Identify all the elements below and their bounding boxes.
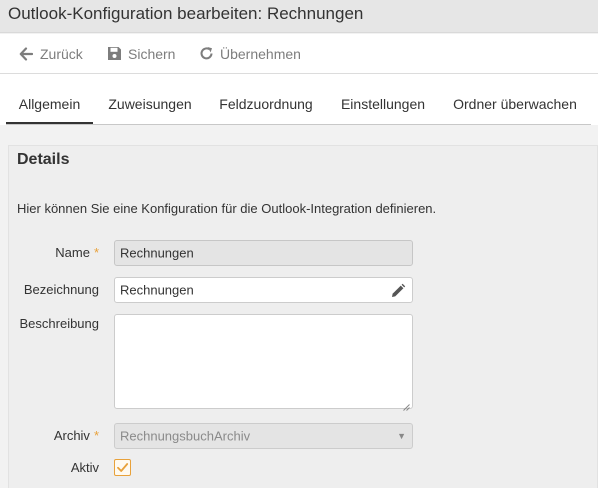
bezeichnung-label: Bezeichnung [24,282,99,297]
tab-bar: Allgemein Zuweisungen Feldzuordnung Eins… [0,74,598,125]
tab-einstellungen[interactable]: Einstellungen [334,74,432,125]
tab-divider [6,124,591,125]
aktiv-label-text: Aktiv [70,460,99,475]
beschreibung-label: Beschreibung [20,316,100,331]
details-description: Hier können Sie eine Konfiguration für d… [17,201,437,216]
name-label-text: Name [55,245,90,260]
archiv-label: Archiv * [54,428,99,443]
tab-zuweisungen[interactable]: Zuweisungen [102,74,198,125]
details-panel: Details Hier können Sie eine Konfigurati… [8,145,598,488]
name-label: Name * [55,245,99,260]
beschreibung-textarea[interactable] [114,314,413,411]
archiv-select[interactable]: RechnungsbuchArchiv ▼ [114,423,413,449]
beschreibung-label-text: Beschreibung [19,316,100,331]
save-button[interactable]: Sichern [106,34,175,73]
refresh-icon [198,46,214,62]
aktiv-checkbox[interactable] [114,459,131,476]
apply-button-label: Übernehmen [220,45,301,62]
save-button-label: Sichern [128,45,176,62]
aktiv-label: Aktiv [71,460,99,475]
archiv-label-text: Archiv [53,428,90,443]
name-field-value: Rechnungen [120,245,194,261]
bezeichnung-field-value: Rechnungen [120,282,194,298]
archiv-required-marker: * [93,428,99,443]
archiv-select-value: RechnungsbuchArchiv [120,428,251,444]
resize-handle-icon[interactable] [403,399,410,411]
window-title-bar: Outlook-Konfiguration bearbeiten: Rechnu… [0,0,598,33]
back-button-label: Zurück [40,45,83,62]
back-button[interactable]: Zurück [18,34,83,73]
toolbar: Zurück Sichern Übernehmen [0,34,598,74]
chevron-down-icon: ▼ [397,431,406,441]
bezeichnung-field[interactable]: Rechnungen [114,277,413,303]
name-required-marker: * [93,245,99,260]
apply-button[interactable]: Übernehmen [198,34,301,73]
floppy-disk-icon [106,46,122,62]
arrow-left-icon [18,46,34,62]
name-field[interactable]: Rechnungen [114,240,413,266]
pencil-icon[interactable] [390,283,406,299]
tab-allgemein[interactable]: Allgemein [6,74,93,125]
tab-feldzuordnung[interactable]: Feldzuordnung [212,74,320,125]
bezeichnung-label-text: Bezeichnung [23,282,99,297]
tab-ordner-ueberwachen[interactable]: Ordner überwachen [446,74,584,125]
details-title: Details [17,151,70,168]
checkmark-icon [117,463,129,472]
window-title: Outlook-Konfiguration bearbeiten: Rechnu… [8,4,364,23]
